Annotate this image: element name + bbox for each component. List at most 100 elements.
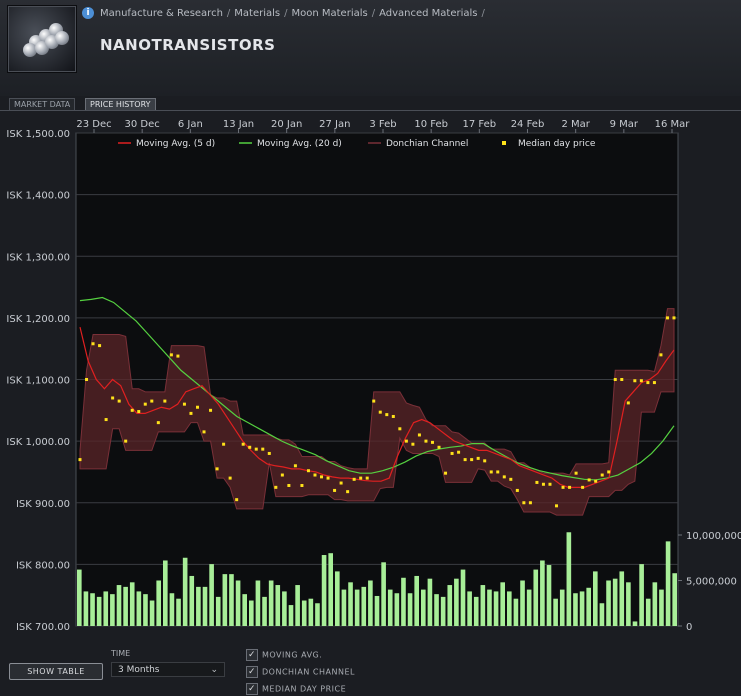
- median-price-point: [189, 411, 193, 415]
- median-price-point: [241, 442, 245, 446]
- volume-bar: [275, 585, 281, 626]
- time-range-select[interactable]: 3 Months ⌄: [111, 662, 225, 677]
- median-price-point: [182, 402, 186, 406]
- volume-bar: [586, 587, 591, 626]
- volume-bar: [573, 593, 578, 626]
- median-price-point: [496, 470, 500, 474]
- median-price-point: [169, 353, 173, 357]
- volume-bar: [116, 585, 122, 626]
- median-price-point: [352, 477, 356, 481]
- volume-bar: [394, 593, 400, 626]
- x-tick-label: 30 Dec: [125, 119, 160, 130]
- median-price-point: [78, 458, 82, 462]
- y-tick-label: ISK 1,400.00: [6, 191, 70, 202]
- volume-bar: [295, 585, 300, 626]
- median-price-point: [300, 483, 304, 487]
- median-price-point: [137, 410, 141, 414]
- median-price-point: [437, 445, 441, 449]
- volume-bar: [652, 582, 658, 626]
- volume-bar: [540, 560, 545, 626]
- median-price-point: [235, 498, 239, 502]
- volume-bar: [348, 582, 353, 626]
- volume-bar: [163, 560, 168, 626]
- median-price-point: [581, 485, 585, 489]
- median-price-point: [124, 439, 128, 443]
- median-price-point: [417, 433, 421, 437]
- moving-avg-checkbox[interactable]: ✓ MOVING AVG.: [246, 649, 322, 661]
- volume-bar: [559, 589, 565, 626]
- median-price-point: [176, 354, 180, 358]
- breadcrumb-item[interactable]: Advanced Materials: [379, 8, 477, 19]
- median-price-point: [293, 464, 297, 468]
- volume-bar: [619, 571, 625, 626]
- volume-bar: [149, 600, 155, 626]
- median-price-point: [385, 413, 389, 417]
- volume-bar: [546, 565, 552, 626]
- median-price-point: [248, 445, 252, 449]
- page-title: NANOTRANSISTORS: [100, 36, 276, 54]
- volume-bar: [262, 596, 267, 626]
- info-icon[interactable]: i: [82, 7, 94, 19]
- median-price-point: [306, 469, 310, 473]
- median-price-point: [261, 447, 265, 451]
- median-price-point: [274, 485, 278, 489]
- volume-bar: [414, 575, 419, 626]
- volume-bar: [434, 594, 439, 626]
- volume-bar: [672, 573, 677, 626]
- median-price-point: [150, 399, 154, 403]
- x-tick-label: 9 Mar: [610, 119, 639, 130]
- median-price-point: [483, 459, 487, 463]
- y-tick-label: ISK 1,200.00: [6, 314, 70, 325]
- median-day-price-checkbox[interactable]: ✓ MEDIAN DAY PRICE: [246, 683, 346, 695]
- volume-bar: [665, 541, 671, 626]
- volume-bar: [143, 594, 148, 626]
- volume-bar: [606, 580, 611, 626]
- median-price-point: [561, 485, 565, 489]
- median-price-point: [320, 475, 324, 479]
- x-tick-label: 20 Jan: [271, 119, 302, 130]
- volume-bar: [480, 585, 486, 626]
- median-price-point: [346, 490, 350, 494]
- median-price-point: [528, 501, 532, 505]
- volume-bar: [222, 574, 228, 626]
- median-price-point: [209, 408, 213, 412]
- median-price-point: [646, 381, 650, 385]
- breadcrumb-separator: /: [284, 8, 288, 19]
- volume-bar: [467, 591, 472, 626]
- median-price-point: [267, 451, 271, 455]
- breadcrumb-item[interactable]: Manufacture & Research: [100, 8, 223, 19]
- time-range-value: 3 Months: [118, 665, 160, 675]
- median-price-point: [85, 378, 89, 381]
- volume-bar: [593, 571, 598, 626]
- x-tick-label: 24 Feb: [511, 119, 545, 130]
- median-price-point: [326, 476, 330, 480]
- volume-bar: [235, 580, 241, 626]
- volume-bar: [308, 598, 314, 626]
- median-price-point: [313, 473, 317, 477]
- checkmark-icon: ✓: [246, 683, 258, 695]
- median-price-point: [555, 504, 559, 508]
- volume-bar: [110, 594, 115, 626]
- median-price-point: [339, 481, 343, 485]
- volume-bar: [440, 596, 446, 626]
- median-price-point: [535, 480, 539, 484]
- show-table-button[interactable]: SHOW TABLE: [9, 663, 103, 680]
- volume-bar: [189, 575, 195, 626]
- volume-bar: [599, 603, 605, 626]
- price-history-chart-svg: ISK 1,500.00 ISK 1,400.00 ISK 1,300.00 ISK …: [6, 119, 741, 633]
- volume-bar: [209, 564, 214, 626]
- median-price-point: [620, 378, 624, 381]
- median-price-point: [522, 501, 526, 505]
- volume-bar: [401, 577, 406, 626]
- median-price-point: [130, 408, 134, 412]
- legend-label: Donchian Channel: [386, 139, 468, 149]
- volume-bar: [176, 598, 181, 626]
- median-price-point: [613, 378, 617, 381]
- breadcrumb-item[interactable]: Materials: [234, 8, 280, 19]
- donchian-channel-checkbox[interactable]: ✓ DONCHIAN CHANNEL: [246, 666, 355, 678]
- breadcrumb-separator: /: [226, 8, 231, 19]
- breadcrumb-item[interactable]: Moon Materials: [292, 8, 368, 19]
- volume-bar: [328, 553, 333, 626]
- volume-bar: [156, 580, 161, 626]
- median-price-point: [541, 482, 545, 486]
